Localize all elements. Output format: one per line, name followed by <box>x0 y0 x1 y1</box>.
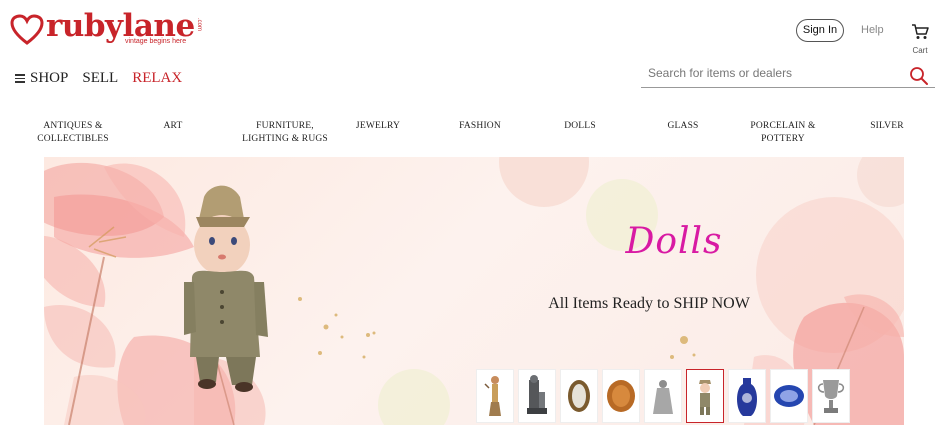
category-label-line1: DOLLS <box>564 121 596 131</box>
silver-bell-figure-thumbnail-icon <box>653 380 673 414</box>
doll-thumbnail-icon <box>699 380 711 415</box>
silver-trophy-thumbnail-icon <box>817 380 845 413</box>
thumbnail-blue-platter[interactable] <box>770 369 808 423</box>
category-label-line1: FASHION <box>459 121 501 131</box>
category-label-line2: POTTERY <box>761 134 805 144</box>
help-link[interactable]: Help <box>861 24 884 36</box>
logo-tagline: vintage begins here <box>125 38 187 45</box>
thumbnail-blue-vase[interactable] <box>728 369 766 423</box>
thumbnail-mirror[interactable] <box>560 369 598 423</box>
category-label-line2: LIGHTING & RUGS <box>242 134 328 144</box>
category-label-line1: FURNITURE, <box>256 121 314 131</box>
thumbnail-cast-iron-statue[interactable] <box>518 369 556 423</box>
category-fashion[interactable]: FASHION <box>450 120 510 133</box>
category-antiques-collectibles[interactable]: ANTIQUES & COLLECTIBLES <box>22 120 124 146</box>
category-dolls[interactable]: DOLLS <box>555 120 605 133</box>
category-glass[interactable]: GLASS <box>658 120 708 133</box>
category-nav: ANTIQUES & COLLECTIBLES ART FURNITURE, L… <box>22 120 922 150</box>
blue-platter-thumbnail-icon <box>774 385 804 407</box>
cast-iron-statue-thumbnail-icon <box>527 375 547 414</box>
category-label-line1: JEWELRY <box>355 121 401 131</box>
hero-banner[interactable]: Dolls All Items Ready to SHIP NOW <box>44 157 904 425</box>
category-label-line1: ANTIQUES & <box>43 121 103 131</box>
thumbnail-doll[interactable] <box>686 369 724 423</box>
cart-button[interactable]: Cart <box>904 24 936 60</box>
thumbnail-silver-bell-figure[interactable] <box>644 369 682 423</box>
search-icon[interactable] <box>909 66 929 86</box>
hamburger-icon <box>15 72 25 85</box>
thumbnail-silver-trophy[interactable] <box>812 369 850 423</box>
banner-subtitle: All Items Ready to SHIP NOW <box>548 295 750 312</box>
thumbnail-figurine[interactable] <box>476 369 514 423</box>
logo-domain: .com <box>196 18 202 32</box>
main-nav: SHOP SELL RELAX <box>15 70 182 87</box>
category-porcelain-pottery[interactable]: PORCELAIN & POTTERY <box>738 120 828 146</box>
thumbnail-amber-plate[interactable] <box>602 369 640 423</box>
cart-label: Cart <box>912 46 928 55</box>
sell-link[interactable]: SELL <box>82 70 118 87</box>
cart-icon <box>912 24 929 39</box>
category-art[interactable]: ART <box>148 120 198 133</box>
shop-label: SHOP <box>30 70 69 86</box>
heart-logo-icon <box>10 14 44 45</box>
sign-in-button[interactable]: Sign In <box>796 19 844 42</box>
search-input[interactable] <box>648 66 898 80</box>
category-silver[interactable]: SILVER <box>862 120 912 133</box>
search-bar <box>641 64 935 88</box>
category-jewelry[interactable]: JEWELRY <box>348 120 408 133</box>
category-label-line2: COLLECTIBLES <box>37 134 109 144</box>
mirror-thumbnail-icon <box>568 380 590 412</box>
category-label-line1: ART <box>163 121 183 131</box>
figurine-thumbnail-icon <box>484 376 501 416</box>
category-furniture-lighting-rugs[interactable]: FURNITURE, LIGHTING & RUGS <box>230 120 340 146</box>
blue-vase-thumbnail-icon <box>737 378 757 416</box>
category-label-line1: SILVER <box>870 121 904 131</box>
banner-title: Dolls <box>625 221 723 262</box>
shop-menu-button[interactable]: SHOP <box>15 70 68 87</box>
category-label-line1: PORCELAIN & <box>750 121 816 131</box>
category-label-line1: GLASS <box>667 121 699 131</box>
amber-plate-thumbnail-icon <box>607 380 635 412</box>
rubylane-logo[interactable]: rubylane .com vintage begins here <box>10 8 210 52</box>
relax-link[interactable]: RELAX <box>132 70 182 87</box>
